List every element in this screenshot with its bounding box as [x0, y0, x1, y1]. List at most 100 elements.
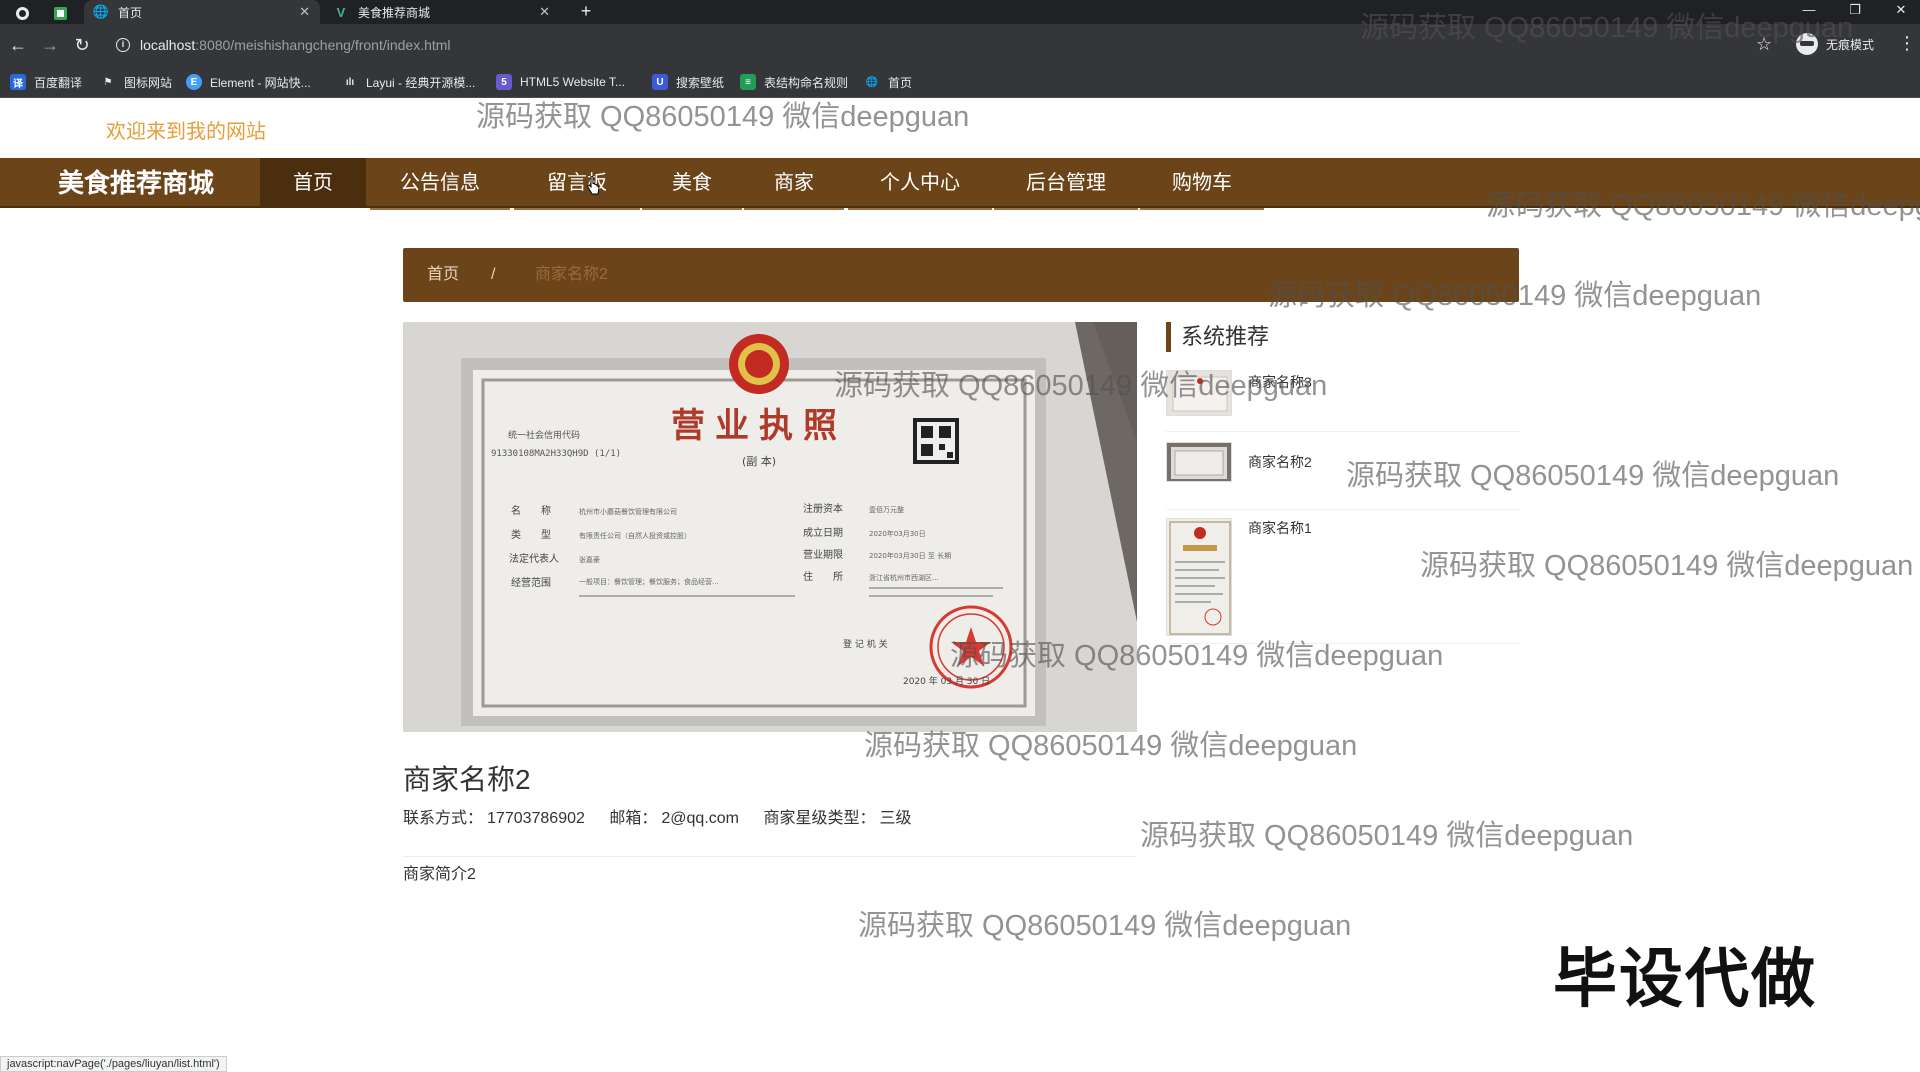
- link-status-bar: javascript:navPage('./pages/liuyan/list.…: [0, 1056, 227, 1072]
- license-field-label: 成立日期: [803, 526, 843, 539]
- element-icon: E: [186, 74, 202, 90]
- license-field-value: 杭州市小蘑菇餐饮管理有限公司: [579, 507, 677, 516]
- bookmark-item[interactable]: ≡ 表结构命名规则: [740, 73, 848, 91]
- corner-badge: 毕设代做: [1553, 943, 1817, 1015]
- close-tab-icon[interactable]: ✕: [299, 4, 310, 20]
- contact-value: 17703786902: [487, 810, 585, 827]
- browser-tab-home[interactable]: 🌐 首页 ✕: [84, 0, 320, 24]
- tab-title: 首页: [118, 5, 143, 20]
- tab-title: 美食推荐商城: [358, 5, 431, 20]
- flag-icon: ⚑: [103, 76, 113, 88]
- license-field-label: 类 型: [511, 528, 551, 541]
- watermark-text: 源码获取 QQ86050149 微信deepguan: [834, 370, 1328, 402]
- watermark-text: 源码获取 QQ86050149 微信deepguan: [950, 640, 1444, 672]
- bookmark-item[interactable]: U 搜索壁纸: [652, 73, 724, 91]
- window-close-icon[interactable]: ✕: [1878, 0, 1920, 24]
- license-field-value: 2020年03月30日 至 长期: [869, 551, 951, 560]
- license-field-value: 2020年03月30日: [869, 529, 926, 538]
- bookmark-item[interactable]: ılı Layui - 经典开源模...: [342, 73, 476, 91]
- bookmark-label: 搜索壁纸: [676, 75, 725, 90]
- nav-message-board[interactable]: 留言板: [514, 158, 640, 210]
- merchant-meta: 联系方式： 17703786902 邮箱： 2@qq.com 商家星级类型： 三级: [403, 804, 915, 828]
- registrar-label: 登 记 机 关: [843, 638, 888, 650]
- reload-icon[interactable]: ↻: [70, 33, 94, 57]
- url-host: localhost: [140, 37, 196, 53]
- license-field-value: 一般项目：餐饮管理；餐饮服务；食品经营...: [579, 577, 719, 586]
- bookmark-label: Element - 网站快...: [210, 75, 311, 90]
- license-field-value: 张嘉豪: [579, 555, 600, 564]
- email-label: 邮箱：: [609, 810, 658, 827]
- pinned-tab-sheet-icon[interactable]: [48, 2, 72, 24]
- merchant-intro: 商家简介2: [403, 866, 476, 883]
- nav-admin[interactable]: 后台管理: [994, 158, 1138, 210]
- issue-date: 2020 年 03 月 30 日: [903, 675, 990, 687]
- nav-label: 美食: [672, 172, 712, 194]
- forward-icon[interactable]: →: [38, 33, 62, 57]
- wallpaper-icon: U: [652, 74, 668, 90]
- bookmark-item[interactable]: 译百度翻译: [10, 73, 82, 91]
- breadcrumb-current: 商家名称2: [535, 266, 608, 283]
- globe-icon: 🌐: [92, 4, 110, 19]
- nav-food[interactable]: 美食: [642, 158, 742, 210]
- site-brand[interactable]: 美食推荐商城: [58, 158, 214, 208]
- hand-cursor-icon: [587, 176, 600, 195]
- watermark-text: 源码获取 QQ86050149 微信deepguan: [476, 101, 970, 133]
- recommend-name: 商家名称1: [1248, 520, 1312, 536]
- recommend-thumbnail: [1166, 518, 1232, 636]
- divider: [403, 856, 1137, 857]
- pinned-tab-chrome-icon[interactable]: [10, 2, 34, 24]
- browser-tab-shop[interactable]: V 美食推荐商城 ✕: [324, 0, 560, 24]
- recommend-name: 商家名称2: [1248, 454, 1312, 470]
- watermark-text: 源码获取 QQ86050149 微信deepguan: [1486, 190, 1920, 222]
- license-field-label: 住 所: [803, 570, 843, 583]
- breadcrumb-separator: /: [491, 266, 496, 283]
- nav-label: 购物车: [1172, 172, 1232, 194]
- watermark-text: 源码获取 QQ86050149 微信deepguan: [1360, 12, 1854, 44]
- license-title: 营业执照: [671, 406, 847, 446]
- close-tab-icon[interactable]: ✕: [539, 4, 550, 20]
- new-tab-icon[interactable]: +: [574, 0, 598, 24]
- breadcrumb-home[interactable]: 首页: [427, 248, 459, 302]
- bookmark-label: 图标网站: [124, 75, 173, 90]
- license-field-value: 壹佰万元整: [869, 505, 904, 514]
- site-info-icon[interactable]: i: [116, 38, 130, 52]
- license-field-label: 注册资本: [803, 502, 843, 515]
- nav-merchants[interactable]: 商家: [744, 158, 844, 210]
- nav-notices[interactable]: 公告信息: [370, 158, 510, 210]
- layui-icon: ılı: [345, 76, 355, 88]
- license-field-label: 法定代表人: [509, 552, 559, 565]
- nav-label: 后台管理: [1026, 172, 1106, 194]
- credit-code-label: 统一社会信用代码: [508, 429, 580, 441]
- nav-personal-center[interactable]: 个人中心: [848, 158, 992, 210]
- browser-menu-icon[interactable]: ⋮: [1898, 33, 1916, 54]
- bookmark-item[interactable]: E Element - 网站快...: [186, 73, 311, 91]
- sheet-icon: ≡: [740, 74, 756, 90]
- vue-icon: V: [336, 4, 346, 20]
- license-copy-label: (副 本): [742, 454, 776, 468]
- recommend-thumbnail: [1166, 442, 1232, 482]
- contact-label: 联系方式：: [403, 810, 484, 827]
- nav-label: 公告信息: [400, 172, 480, 194]
- level-label: 商家星级类型：: [763, 810, 876, 827]
- watermark-text: 源码获取 QQ86050149 微信deepguan: [858, 910, 1352, 942]
- sidebar-title: 系统推荐: [1166, 322, 1269, 352]
- bookmark-item[interactable]: 5 HTML5 Website T...: [496, 73, 625, 91]
- bookmark-item[interactable]: 🌐 首页: [864, 73, 912, 91]
- license-field-value: 浙江省杭州市西湖区...: [869, 573, 939, 582]
- watermark-text: 源码获取 QQ86050149 微信deepguan: [1420, 550, 1914, 582]
- bookmark-label: HTML5 Website T...: [520, 75, 625, 89]
- bookmark-label: 百度翻译: [34, 75, 83, 90]
- nav-label: 商家: [774, 172, 814, 194]
- back-icon[interactable]: ←: [6, 33, 30, 57]
- license-field-label: 营业期限: [803, 548, 843, 561]
- watermark-text: 源码获取 QQ86050149 微信deepguan: [1140, 820, 1634, 852]
- url-path: :8080/meishishangcheng/front/index.html: [195, 37, 451, 53]
- watermark-text: 源码获取 QQ86050149 微信deepguan: [1346, 460, 1840, 492]
- bookmark-item[interactable]: ⚑ 图标网站: [100, 73, 173, 91]
- nav-home[interactable]: 首页: [260, 158, 366, 208]
- bookmark-label: Layui - 经典开源模...: [366, 75, 476, 90]
- credit-code: 91330108MA2H33QH9D (1/1): [491, 449, 621, 459]
- welcome-text: 欢迎来到我的网站: [106, 121, 266, 143]
- nav-cart[interactable]: 购物车: [1140, 158, 1264, 210]
- level-value: 三级: [879, 810, 912, 827]
